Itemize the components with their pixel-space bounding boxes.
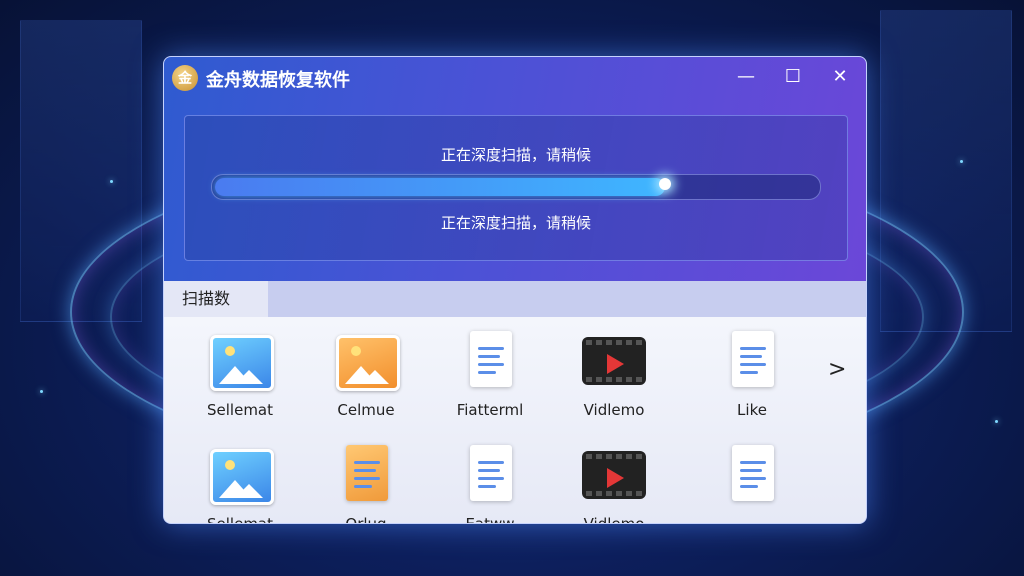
file-label: Fiatterml: [456, 401, 524, 419]
file-grid: > Sellemat Celmue Fiatterml Vidlemo Like Sell…: [164, 317, 866, 523]
file-label: Orlug: [345, 515, 387, 524]
progress-bar: [211, 174, 821, 200]
next-arrow-icon[interactable]: >: [828, 357, 846, 382]
scan-status-top: 正在深度扫描，请稍候: [440, 146, 591, 164]
file-item[interactable]: Fiatterml: [440, 331, 540, 419]
file-item[interactable]: Vidlemo: [564, 331, 664, 419]
file-label: Vidlemo: [583, 515, 645, 524]
file-item[interactable]: Like: [702, 331, 802, 419]
spark: [40, 390, 43, 393]
app-window: 金 金舟数据恢复软件 — ☐ ✕ 正在深度扫描，请稍候 正在深度扫描，请稍候 扫…: [163, 56, 867, 524]
document-icon: [458, 445, 522, 505]
file-item[interactable]: Sellemat: [190, 445, 290, 524]
document-icon: [458, 331, 522, 391]
scan-status-bottom: 正在深度扫描，请稍候: [440, 214, 591, 232]
app-logo-icon: 金: [172, 65, 198, 91]
document-icon: [720, 331, 784, 391]
close-button[interactable]: ✕: [824, 65, 856, 89]
image-icon: [334, 331, 400, 391]
file-label: Eatww: [465, 515, 515, 524]
file-label: Celmue: [337, 401, 395, 419]
file-label: Sellemat: [207, 401, 273, 419]
progress-knob: [659, 178, 671, 190]
file-item[interactable]: Vidlemo: [564, 445, 664, 524]
video-icon: [582, 331, 646, 391]
maximize-button[interactable]: ☐: [777, 65, 809, 89]
tab-bar: 扫描数: [164, 281, 866, 317]
file-label: Sellemat: [207, 515, 273, 524]
image-icon: [208, 445, 274, 505]
spark: [960, 160, 963, 163]
image-icon: [208, 331, 274, 391]
spark: [110, 180, 113, 183]
document-icon: [334, 445, 398, 505]
app-title: 金舟数据恢复软件: [206, 70, 350, 91]
file-item[interactable]: Eatww: [440, 445, 540, 524]
file-item[interactable]: Orlug: [316, 445, 416, 524]
minimize-button[interactable]: —: [730, 65, 762, 89]
titlebar: 金 金舟数据恢复软件 — ☐ ✕ 正在深度扫描，请稍候 正在深度扫描，请稍候: [164, 57, 866, 281]
file-label: Vidlemo: [583, 401, 645, 419]
progress-fill: [215, 178, 665, 196]
file-item[interactable]: Sellemat: [190, 331, 290, 419]
document-icon: [720, 445, 784, 505]
file-item[interactable]: [702, 445, 802, 515]
file-item[interactable]: Celmue: [316, 331, 416, 419]
video-icon: [582, 445, 646, 505]
spark: [995, 420, 998, 423]
scan-panel: 正在深度扫描，请稍候 正在深度扫描，请稍候: [184, 115, 848, 261]
tab-scan-results[interactable]: 扫描数: [164, 281, 268, 317]
file-label: Like: [737, 401, 767, 419]
